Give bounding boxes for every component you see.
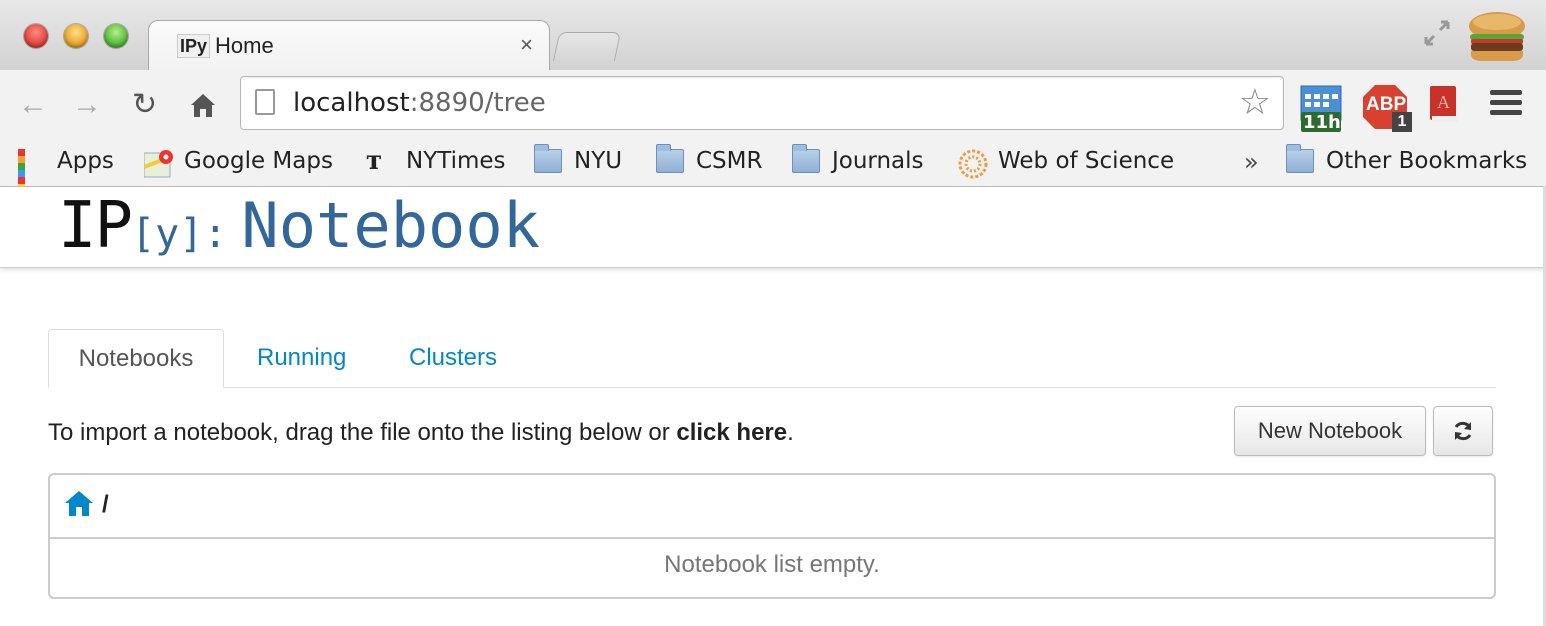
bookmark-google-maps[interactable]: Google Maps xyxy=(143,146,333,178)
maps-icon xyxy=(143,149,173,178)
logo-notebook: Notebook xyxy=(241,189,541,262)
fullscreen-icon[interactable] xyxy=(1422,18,1452,48)
logo-y: [y]: xyxy=(131,211,228,257)
address-bar[interactable]: localhost:8890/tree ☆ xyxy=(240,76,1284,130)
folder-icon xyxy=(1286,144,1314,173)
folder-icon xyxy=(792,144,820,173)
import-instructions: To import a notebook, drag the file onto… xyxy=(48,418,794,448)
bookmark-label: Google Maps xyxy=(184,148,333,174)
folder-icon xyxy=(534,144,562,173)
tab-running[interactable]: Running xyxy=(257,329,346,387)
bookmark-nyu[interactable]: NYU xyxy=(534,144,623,176)
zoom-window-button[interactable] xyxy=(104,24,128,48)
logo-ip: IP xyxy=(58,189,133,263)
refresh-button[interactable] xyxy=(1433,406,1493,456)
dashboard-tabs: Notebooks Running Clusters xyxy=(48,329,1496,388)
page-icon xyxy=(255,89,275,115)
home-icon[interactable] xyxy=(188,90,218,126)
apps-grid-icon xyxy=(18,149,45,212)
bookmark-label: Journals xyxy=(832,148,924,174)
bookmark-star-icon[interactable]: ☆ xyxy=(1239,83,1271,121)
reload-icon[interactable]: ↻ xyxy=(132,90,157,120)
svg-text:A: A xyxy=(1437,92,1450,112)
browser-tab-active[interactable]: IPy Home × xyxy=(148,20,550,72)
import-text: To import a notebook, drag the file onto… xyxy=(48,419,677,446)
tab-clusters[interactable]: Clusters xyxy=(409,329,497,387)
adblock-extension-icon[interactable]: ABP 1 xyxy=(1362,84,1412,134)
bookmark-web-of-science[interactable]: Web of Science xyxy=(958,146,1175,179)
bookmark-journals[interactable]: Journals xyxy=(792,144,924,176)
bookmark-label: Apps xyxy=(57,148,114,174)
forward-arrow-icon[interactable]: → xyxy=(72,90,102,120)
bookmarks-overflow-chevron[interactable]: » xyxy=(1244,148,1259,176)
nyt-icon: т xyxy=(366,146,383,176)
bookmark-other-bookmarks[interactable]: Other Bookmarks xyxy=(1286,144,1528,176)
refresh-icon xyxy=(1452,418,1474,448)
bookmarks-bar: Apps Google Maps т NYTimes NYU CSMR Jour… xyxy=(0,136,1546,212)
click-here-link[interactable]: click here xyxy=(676,419,787,446)
breadcrumb-root[interactable]: / xyxy=(102,491,109,519)
new-notebook-button[interactable]: New Notebook xyxy=(1234,406,1426,456)
empty-list-message: Notebook list empty. xyxy=(664,551,880,578)
tab-notebooks[interactable]: Notebooks xyxy=(48,329,224,388)
bookmark-label: NYTimes xyxy=(406,148,506,174)
calendar-extension-icon[interactable]: 11h xyxy=(1300,84,1342,133)
minimize-window-button[interactable] xyxy=(64,24,88,48)
url-text[interactable]: localhost:8890/tree xyxy=(293,88,546,118)
bookmark-apps[interactable]: Apps xyxy=(18,146,114,212)
bookmark-nytimes[interactable]: т NYTimes xyxy=(366,146,506,176)
adblock-count-badge: 1 xyxy=(1392,112,1412,132)
browser-titlebar: IPy Home × xyxy=(0,0,1546,72)
bookmark-label: CSMR xyxy=(696,148,763,174)
bookmark-label: Other Bookmarks xyxy=(1326,148,1528,174)
bookmark-label: NYU xyxy=(574,148,623,174)
bookmark-label: Web of Science xyxy=(998,148,1175,174)
close-tab-icon[interactable]: × xyxy=(520,32,533,57)
bookmark-csmr[interactable]: CSMR xyxy=(656,144,763,176)
folder-icon xyxy=(656,144,684,173)
ipython-header: IP[y]: Notebook xyxy=(0,187,1546,268)
url-path: :8890/tree xyxy=(409,88,546,118)
tab-title: Home xyxy=(215,33,274,58)
new-tab-button[interactable] xyxy=(552,32,622,61)
url-host: localhost xyxy=(293,88,410,118)
breadcrumb: / xyxy=(50,475,1494,539)
back-arrow-icon[interactable]: ← xyxy=(18,90,48,120)
calendar-badge: 11h xyxy=(1303,112,1341,133)
chrome-menu-icon[interactable] xyxy=(1490,90,1522,120)
wos-icon xyxy=(958,149,988,179)
home-breadcrumb-icon[interactable] xyxy=(64,489,94,517)
close-window-button[interactable] xyxy=(24,24,48,48)
profile-avatar-burger-icon[interactable] xyxy=(1466,10,1528,64)
notebook-listing[interactable]: / Notebook list empty. xyxy=(48,473,1496,599)
ipython-notebook-logo[interactable]: IP[y]: Notebook xyxy=(58,189,540,263)
import-suffix: . xyxy=(787,419,794,446)
reader-extension-icon[interactable]: A xyxy=(1426,84,1462,124)
ipython-favicon-icon: IPy xyxy=(177,34,211,58)
